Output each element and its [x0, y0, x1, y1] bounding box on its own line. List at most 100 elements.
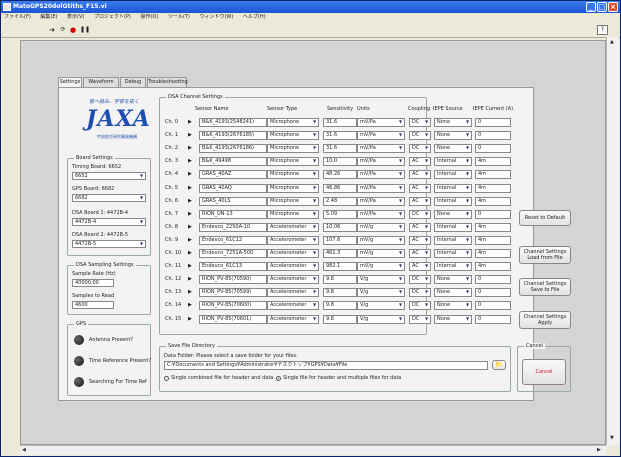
sensor-name-input[interactable]: RION_PV-85(70590) [199, 275, 267, 285]
sensor-name-input[interactable]: RION_PV-85(70601) [199, 314, 267, 324]
sensitivity-input[interactable]: 9.8 [323, 301, 357, 311]
sensitivity-input[interactable]: 982.1 [323, 262, 357, 272]
coupling-select[interactable]: DC ▼ [409, 118, 431, 127]
option-multiple-files[interactable]: Single file for header and multiple file… [276, 375, 401, 381]
sensitivity-input[interactable]: 31.6 [323, 131, 357, 141]
menu-view[interactable]: 表示(V) [67, 14, 84, 20]
load-from-file-button[interactable]: Channel Settings Load from File [519, 246, 571, 264]
sensor-type-select[interactable]: Accelerometer ▼ [267, 222, 319, 232]
sensor-type-select[interactable]: Microphone ▼ [267, 170, 319, 180]
units-select[interactable]: V/g ▼ [357, 301, 405, 311]
sensor-type-select[interactable]: Microphone ▼ [267, 157, 319, 167]
sensitivity-input[interactable]: 9.8 [323, 288, 357, 298]
scroll-right-icon[interactable]: ▶ [597, 447, 601, 453]
save-to-file-button[interactable]: Channel Settings Save to File [519, 278, 571, 296]
iepe-current-input[interactable]: 4m [475, 196, 511, 206]
iepe-current-input[interactable]: 0 [475, 275, 511, 285]
sensor-name-input[interactable]: B&K_4193(2676185) [199, 131, 267, 141]
sensor-type-select[interactable]: Accelerometer ▼ [267, 262, 319, 272]
horizontal-scrollbar[interactable]: ◀ ▶ [20, 445, 606, 455]
iepe-source-select[interactable]: Internal ▼ [434, 235, 472, 245]
close-icon[interactable]: × [608, 2, 618, 12]
sensor-type-select[interactable]: Microphone ▼ [267, 118, 319, 127]
sensitivity-input[interactable]: 10.06 [323, 222, 357, 232]
sensor-name-input[interactable]: B&K_4193(2676186) [199, 144, 267, 154]
coupling-select[interactable]: AC ▼ [409, 157, 431, 167]
menu-tools[interactable]: ツール(T) [168, 14, 190, 20]
units-select[interactable]: V/g ▼ [357, 288, 405, 298]
iepe-source-select[interactable]: None ▼ [434, 209, 472, 219]
sensor-name-input[interactable]: Endevco_2250A-10 [199, 222, 267, 232]
help-icon[interactable]: ? [597, 25, 608, 35]
sensitivity-input[interactable]: 46.86 [323, 183, 357, 193]
iepe-source-select[interactable]: None ▼ [434, 131, 472, 141]
iepe-current-input[interactable]: 4m [475, 170, 511, 180]
coupling-select[interactable]: DC ▼ [409, 209, 431, 219]
sensitivity-input[interactable]: 9.8 [323, 314, 357, 324]
apply-button[interactable]: Channel Settings Apply [519, 311, 571, 329]
iepe-source-select[interactable]: Internal ▼ [434, 157, 472, 167]
iepe-source-select[interactable]: Internal ▼ [434, 222, 472, 232]
coupling-select[interactable]: AC ▼ [409, 183, 431, 193]
iepe-current-input[interactable]: 0 [475, 301, 511, 311]
menu-edit[interactable]: 編集(E) [40, 14, 57, 20]
sensitivity-input[interactable]: 31.6 [323, 118, 357, 127]
sensitivity-input[interactable]: 107.6 [323, 235, 357, 245]
coupling-select[interactable]: AC ▼ [409, 222, 431, 232]
gps-board-select[interactable]: 6682 ▼ [72, 194, 146, 202]
units-select[interactable]: mV/g ▼ [357, 222, 405, 232]
cancel-button[interactable]: Cancel [522, 359, 566, 385]
sensor-name-input[interactable]: GRAS_40LS [199, 196, 267, 206]
sensor-name-input[interactable]: Endevco_61C12 [199, 235, 267, 245]
units-select[interactable]: mV/g ▼ [357, 262, 405, 272]
iepe-current-input[interactable]: 4m [475, 235, 511, 245]
menu-file[interactable]: ファイル(F) [4, 14, 31, 20]
tab-troubleshooting[interactable]: Troubleshooting [147, 77, 188, 87]
iepe-current-input[interactable]: 0 [475, 314, 511, 324]
sample-rate-input[interactable]: 40000.00 [72, 279, 114, 287]
option-single-combined[interactable]: Single combined file for header and data [164, 375, 273, 381]
units-select[interactable]: V/g ▼ [357, 314, 405, 324]
minimize-icon[interactable]: _ [586, 2, 596, 12]
tab-waveform[interactable]: Waveform [83, 77, 119, 87]
iepe-current-input[interactable]: 0 [475, 144, 511, 154]
scroll-down-icon[interactable]: ▼ [610, 435, 614, 441]
units-select[interactable]: mV/g ▼ [357, 249, 405, 258]
units-select[interactable]: mV/Pa ▼ [357, 131, 405, 141]
title-bar[interactable]: MatoGPS20dolGtiths_F15.vi _ □ × [1, 1, 620, 13]
vertical-scrollbar[interactable]: ▲ ▼ [606, 37, 619, 445]
sensitivity-input[interactable]: 10.0 [323, 157, 357, 167]
coupling-select[interactable]: DC ▼ [409, 275, 431, 285]
sensitivity-input[interactable]: 9.8 [323, 275, 357, 285]
tab-debug[interactable]: Debug [120, 77, 146, 87]
sensitivity-input[interactable]: 461.3 [323, 249, 357, 258]
coupling-select[interactable]: AC ▼ [409, 196, 431, 206]
run-continuously-icon[interactable]: ⟳ [59, 26, 67, 34]
scroll-left-icon[interactable]: ◀ [22, 447, 26, 453]
units-select[interactable]: mV/Pa ▼ [357, 209, 405, 219]
sensitivity-input[interactable]: 31.6 [323, 144, 357, 154]
sensor-type-select[interactable]: Microphone ▼ [267, 131, 319, 141]
iepe-source-select[interactable]: Internal ▼ [434, 249, 472, 258]
sensor-name-input[interactable]: RION_UN-13 [199, 209, 267, 219]
iepe-current-input[interactable]: 0 [475, 118, 511, 127]
iepe-current-input[interactable]: 4m [475, 183, 511, 193]
units-select[interactable]: mV/Pa ▼ [357, 144, 405, 154]
sensor-name-input[interactable]: GRAS_40AZ [199, 170, 267, 180]
iepe-current-input[interactable]: 0 [475, 131, 511, 141]
coupling-select[interactable]: AC ▼ [409, 170, 431, 180]
units-select[interactable]: V/g ▼ [357, 275, 405, 285]
sensitivity-input[interactable]: 48.26 [323, 170, 357, 180]
iepe-source-select[interactable]: Internal ▼ [434, 262, 472, 272]
coupling-select[interactable]: AC ▼ [409, 262, 431, 272]
iepe-source-select[interactable]: None ▼ [434, 275, 472, 285]
sensitivity-input[interactable]: 2.48 [323, 196, 357, 206]
iepe-source-select[interactable]: Internal ▼ [434, 183, 472, 193]
sensor-type-select[interactable]: Accelerometer ▼ [267, 235, 319, 245]
sensor-type-select[interactable]: Microphone ▼ [267, 196, 319, 206]
coupling-select[interactable]: AC ▼ [409, 249, 431, 258]
sensor-type-select[interactable]: Microphone ▼ [267, 144, 319, 154]
iepe-source-select[interactable]: None ▼ [434, 314, 472, 324]
scroll-up-icon[interactable]: ▲ [610, 39, 614, 45]
sensor-type-select[interactable]: Accelerometer ▼ [267, 314, 319, 324]
